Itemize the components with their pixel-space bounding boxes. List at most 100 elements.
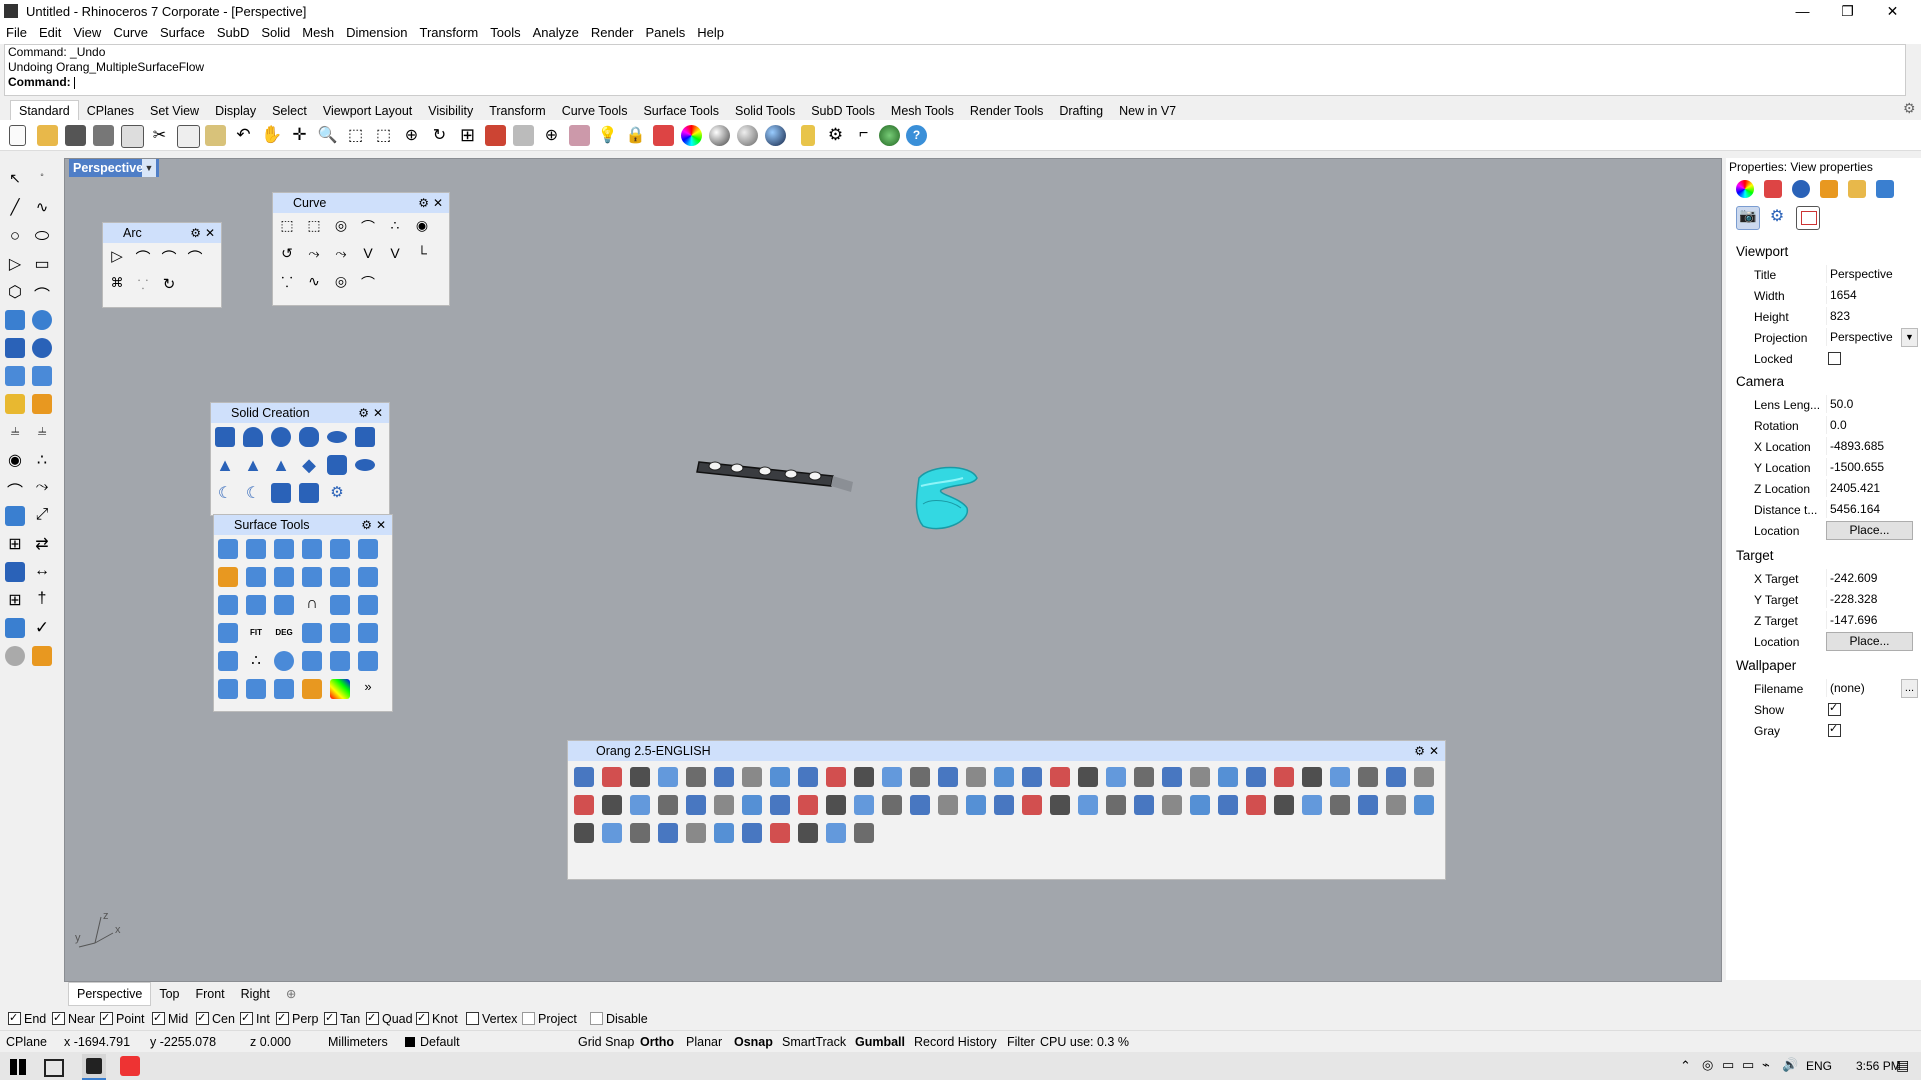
orang-tool-icon[interactable] xyxy=(574,823,594,843)
checkbox[interactable] xyxy=(466,1012,479,1025)
folder-icon[interactable] xyxy=(1848,180,1866,198)
tab-new-in-v7[interactable]: New in V7 xyxy=(1111,101,1184,121)
osnap-vertex[interactable]: Vertex xyxy=(466,1011,517,1027)
orang-tool-icon[interactable] xyxy=(1134,795,1154,815)
arc-3pt-icon[interactable]: ⌒ xyxy=(133,247,153,267)
command-input[interactable]: Command: xyxy=(5,75,1905,90)
sphere-icon[interactable] xyxy=(271,427,291,447)
menu-curve[interactable]: Curve xyxy=(107,22,154,44)
unroll-icon[interactable] xyxy=(330,595,350,615)
orang-tool-icon[interactable] xyxy=(910,795,930,815)
orang-tool-icon[interactable] xyxy=(798,767,818,787)
cylinder-icon[interactable] xyxy=(243,427,263,447)
viewport-tab-front[interactable]: Front xyxy=(187,983,232,1005)
checkbox[interactable] xyxy=(522,1012,535,1025)
plane-surface-icon[interactable] xyxy=(302,623,322,643)
curve-blend-icon[interactable]: ⤳ xyxy=(331,245,351,265)
dimension-icon[interactable]: ⌐ xyxy=(853,125,874,146)
locked-checkbox[interactable] xyxy=(1828,352,1841,365)
camera-icon[interactable]: 📷 xyxy=(1736,206,1760,230)
symmetry-icon[interactable] xyxy=(330,651,350,671)
options-gear-icon[interactable]: ⚙ xyxy=(825,125,846,146)
curve-conic-icon[interactable]: ⸪ xyxy=(277,273,297,293)
orang-tool-icon[interactable] xyxy=(714,823,734,843)
viewport-tab-top[interactable]: Top xyxy=(151,983,187,1005)
mirror-icon[interactable]: ⇄ xyxy=(32,534,52,554)
arc-center-icon[interactable]: ▷ xyxy=(107,247,127,267)
split-isocurve-icon[interactable] xyxy=(274,679,294,699)
control-points-icon[interactable]: ∴ xyxy=(246,651,266,671)
solid-edit-icon[interactable] xyxy=(32,366,52,386)
layer-label[interactable]: Default xyxy=(420,1035,460,1049)
arc-direction-icon[interactable]: ⌒ xyxy=(185,247,205,267)
distance-field[interactable]: 5456.164 xyxy=(1826,500,1915,518)
checkbox[interactable] xyxy=(276,1010,289,1026)
globe-icon[interactable] xyxy=(879,125,900,146)
torus-icon[interactable] xyxy=(327,431,347,443)
orang-tool-icon[interactable] xyxy=(686,823,706,843)
osnap-knot[interactable]: Knot xyxy=(416,1010,458,1027)
orang-tool-icon[interactable] xyxy=(770,767,790,787)
lens-length-field[interactable]: 50.0 xyxy=(1826,395,1915,413)
y-target-field[interactable]: -228.328 xyxy=(1826,590,1915,608)
menu-render[interactable]: Render xyxy=(585,22,640,44)
camera-place-button[interactable]: Place... xyxy=(1826,521,1913,540)
ortho-toggle[interactable]: Ortho xyxy=(640,1035,674,1049)
help-icon[interactable]: ? xyxy=(906,125,927,146)
smarttrack-toggle[interactable]: SmartTrack xyxy=(782,1035,846,1049)
orang-tool-icon[interactable] xyxy=(1078,795,1098,815)
pipe-icon[interactable] xyxy=(355,459,375,471)
orang-tool-icon[interactable] xyxy=(1190,795,1210,815)
network-surface-icon[interactable] xyxy=(330,623,350,643)
orang-tool-icon[interactable] xyxy=(714,767,734,787)
array-icon[interactable]: ⊞ xyxy=(5,590,25,610)
orang-tool-icon[interactable] xyxy=(602,823,622,843)
network-icon[interactable]: ⌁ xyxy=(1762,1057,1770,1073)
curve-handle-icon[interactable]: ⌒ xyxy=(358,217,378,237)
zoom-icon[interactable]: 🔍 xyxy=(317,125,338,146)
orang-tool-icon[interactable] xyxy=(1218,795,1238,815)
orang-tool-icon[interactable] xyxy=(742,767,762,787)
trim-surface-icon[interactable] xyxy=(358,567,378,587)
filter-icon[interactable] xyxy=(801,125,815,146)
surface-extrude-icon[interactable] xyxy=(299,483,319,503)
close-icon[interactable]: ✕ xyxy=(433,193,443,213)
target-place-button[interactable]: Place... xyxy=(1826,632,1913,651)
add-viewport-icon[interactable]: ⊕ xyxy=(278,983,304,1005)
orang-tool-icon[interactable] xyxy=(1246,795,1266,815)
orang-tool-icon[interactable] xyxy=(1162,795,1182,815)
filter-toggle[interactable]: Filter xyxy=(1007,1035,1035,1049)
orang-tool-icon[interactable] xyxy=(994,795,1014,815)
orang-tool-icon[interactable] xyxy=(882,767,902,787)
orang-tool-icon[interactable] xyxy=(1302,795,1322,815)
menu-transform[interactable]: Transform xyxy=(413,22,484,44)
osnap-project[interactable]: Project xyxy=(522,1011,577,1027)
orang-tool-icon[interactable] xyxy=(602,795,622,815)
tray-chevron-up-icon[interactable]: ⌃ xyxy=(1680,1058,1691,1074)
windows-start-icon[interactable] xyxy=(10,1059,26,1075)
orang-tool-icon[interactable] xyxy=(826,767,846,787)
gear-icon[interactable]: ⚙ xyxy=(190,223,201,243)
clock[interactable]: 3:56 PM xyxy=(1856,1059,1901,1073)
orang-tool-icon[interactable] xyxy=(1190,767,1210,787)
paste-icon[interactable] xyxy=(205,125,226,146)
osnap-cen[interactable]: Cen xyxy=(196,1010,235,1027)
cplane-label[interactable]: CPlane xyxy=(6,1035,47,1049)
units-label[interactable]: Millimeters xyxy=(328,1035,388,1049)
tab-solid-tools[interactable]: Solid Tools xyxy=(727,101,803,121)
cylinder-surface-icon[interactable] xyxy=(302,651,322,671)
tab-curve-tools[interactable]: Curve Tools xyxy=(554,101,636,121)
arc-icon[interactable]: ▷ xyxy=(5,254,25,274)
arc-panel-header[interactable]: Arc ⚙ ✕ xyxy=(103,223,221,243)
osnap-perp[interactable]: Perp xyxy=(276,1010,318,1027)
orang-tool-icon[interactable] xyxy=(714,795,734,815)
orang-tool-icon[interactable] xyxy=(630,795,650,815)
chamfer-surface-icon[interactable] xyxy=(246,539,266,559)
osnap-point[interactable]: Point xyxy=(100,1010,145,1027)
fillet-surface-icon[interactable] xyxy=(218,539,238,559)
orang-tool-icon[interactable] xyxy=(770,823,790,843)
curvature-icon[interactable] xyxy=(302,679,322,699)
menu-panels[interactable]: Panels xyxy=(639,22,691,44)
viewport-tab-perspective[interactable]: Perspective xyxy=(68,982,152,1006)
more-tools-icon[interactable]: » xyxy=(358,679,378,699)
